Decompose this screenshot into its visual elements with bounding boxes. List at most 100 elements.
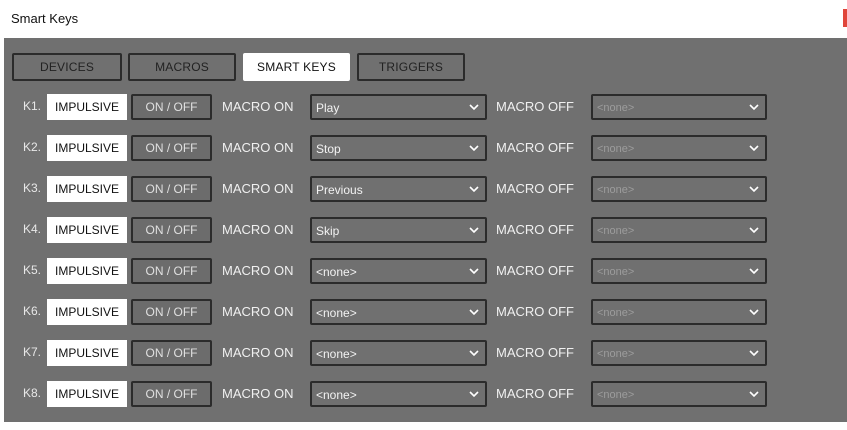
impulsive-button[interactable]: IMPULSIVE xyxy=(47,381,127,407)
key-label: K3. xyxy=(23,181,42,195)
on-off-button[interactable]: ON / OFF xyxy=(131,94,212,120)
chevron-down-icon xyxy=(749,350,759,357)
macro-on-label: MACRO ON xyxy=(222,99,294,114)
macro-off-value: <none> xyxy=(597,184,635,196)
key-label: K4. xyxy=(23,222,42,236)
macro-on-select[interactable]: Previous xyxy=(310,176,487,202)
macro-on-label: MACRO ON xyxy=(222,263,294,278)
chevron-down-icon xyxy=(469,350,479,357)
impulsive-button[interactable]: IMPULSIVE xyxy=(47,340,127,366)
macro-off-select[interactable]: <none> xyxy=(591,94,767,120)
on-off-button[interactable]: ON / OFF xyxy=(131,176,212,202)
key-label: K1. xyxy=(23,99,42,113)
macro-off-label: MACRO OFF xyxy=(496,99,574,114)
smart-key-row-8: K8. IMPULSIVE ON / OFF MACRO ON <none> M… xyxy=(4,381,847,407)
macro-on-value: <none> xyxy=(316,265,357,279)
macro-off-label: MACRO OFF xyxy=(496,386,574,401)
chevron-down-icon xyxy=(749,145,759,152)
macro-off-value: <none> xyxy=(597,143,635,155)
smart-keys-panel: DEVICES MACROS SMART KEYS TRIGGERS K1. I… xyxy=(4,38,847,422)
tab-devices[interactable]: DEVICES xyxy=(12,53,122,81)
macro-off-select[interactable]: <none> xyxy=(591,299,767,325)
macro-on-label: MACRO ON xyxy=(222,304,294,319)
smart-key-row-5: K5. IMPULSIVE ON / OFF MACRO ON <none> M… xyxy=(4,258,847,284)
macro-off-select[interactable]: <none> xyxy=(591,258,767,284)
title-bar: Smart Keys xyxy=(0,0,847,38)
impulsive-button[interactable]: IMPULSIVE xyxy=(47,299,127,325)
chevron-down-icon xyxy=(469,391,479,398)
smart-key-row-3: K3. IMPULSIVE ON / OFF MACRO ON Previous… xyxy=(4,176,847,202)
chevron-down-icon xyxy=(469,145,479,152)
macro-off-value: <none> xyxy=(597,389,635,401)
chevron-down-icon xyxy=(469,186,479,193)
macro-off-label: MACRO OFF xyxy=(496,140,574,155)
key-label: K8. xyxy=(23,386,42,400)
macro-on-label: MACRO ON xyxy=(222,345,294,360)
macro-on-value: Previous xyxy=(316,183,363,197)
macro-on-select[interactable]: <none> xyxy=(310,299,487,325)
impulsive-button[interactable]: IMPULSIVE xyxy=(47,135,127,161)
macro-on-value: Skip xyxy=(316,224,340,238)
chevron-down-icon xyxy=(749,104,759,111)
chevron-down-icon xyxy=(749,309,759,316)
macro-off-select[interactable]: <none> xyxy=(591,176,767,202)
on-off-button[interactable]: ON / OFF xyxy=(131,381,212,407)
chevron-down-icon xyxy=(469,268,479,275)
macro-on-value: <none> xyxy=(316,347,357,361)
macro-on-value: Stop xyxy=(316,142,341,156)
impulsive-button[interactable]: IMPULSIVE xyxy=(47,217,127,243)
smart-key-row-2: K2. IMPULSIVE ON / OFF MACRO ON Stop MAC… xyxy=(4,135,847,161)
macro-off-label: MACRO OFF xyxy=(496,263,574,278)
tab-triggers[interactable]: TRIGGERS xyxy=(357,53,465,81)
on-off-button[interactable]: ON / OFF xyxy=(131,299,212,325)
macro-on-select[interactable]: <none> xyxy=(310,381,487,407)
key-label: K6. xyxy=(23,304,42,318)
macro-on-value: <none> xyxy=(316,306,357,320)
macro-off-select[interactable]: <none> xyxy=(591,340,767,366)
macro-off-value: <none> xyxy=(597,102,635,114)
macro-off-value: <none> xyxy=(597,225,635,237)
macro-on-select[interactable]: Skip xyxy=(310,217,487,243)
macro-off-value: <none> xyxy=(597,266,635,278)
macro-on-value: <none> xyxy=(316,388,357,402)
macro-on-select[interactable]: <none> xyxy=(310,258,487,284)
macro-off-select[interactable]: <none> xyxy=(591,381,767,407)
chevron-down-icon xyxy=(749,227,759,234)
chevron-down-icon xyxy=(749,391,759,398)
macro-on-select[interactable]: Play xyxy=(310,94,487,120)
on-off-button[interactable]: ON / OFF xyxy=(131,340,212,366)
smart-key-row-6: K6. IMPULSIVE ON / OFF MACRO ON <none> M… xyxy=(4,299,847,325)
chevron-down-icon xyxy=(469,227,479,234)
chevron-down-icon xyxy=(469,309,479,316)
macro-on-select[interactable]: <none> xyxy=(310,340,487,366)
chevron-down-icon xyxy=(469,104,479,111)
impulsive-button[interactable]: IMPULSIVE xyxy=(47,94,127,120)
macro-off-label: MACRO OFF xyxy=(496,304,574,319)
macro-on-label: MACRO ON xyxy=(222,140,294,155)
macro-off-select[interactable]: <none> xyxy=(591,217,767,243)
macro-on-label: MACRO ON xyxy=(222,386,294,401)
macro-off-value: <none> xyxy=(597,348,635,360)
close-icon[interactable] xyxy=(843,9,847,27)
macro-on-select[interactable]: Stop xyxy=(310,135,487,161)
macro-off-label: MACRO OFF xyxy=(496,181,574,196)
key-label: K5. xyxy=(23,263,42,277)
chevron-down-icon xyxy=(749,186,759,193)
tab-smart-keys[interactable]: SMART KEYS xyxy=(243,53,350,81)
on-off-button[interactable]: ON / OFF xyxy=(131,217,212,243)
on-off-button[interactable]: ON / OFF xyxy=(131,135,212,161)
smart-key-row-7: K7. IMPULSIVE ON / OFF MACRO ON <none> M… xyxy=(4,340,847,366)
impulsive-button[interactable]: IMPULSIVE xyxy=(47,258,127,284)
macro-off-select[interactable]: <none> xyxy=(591,135,767,161)
macro-on-label: MACRO ON xyxy=(222,222,294,237)
smart-key-row-4: K4. IMPULSIVE ON / OFF MACRO ON Skip MAC… xyxy=(4,217,847,243)
macro-on-label: MACRO ON xyxy=(222,181,294,196)
impulsive-button[interactable]: IMPULSIVE xyxy=(47,176,127,202)
on-off-button[interactable]: ON / OFF xyxy=(131,258,212,284)
macro-on-value: Play xyxy=(316,101,340,115)
macro-off-value: <none> xyxy=(597,307,635,319)
tab-macros[interactable]: MACROS xyxy=(128,53,236,81)
smart-key-row-1: K1. IMPULSIVE ON / OFF MACRO ON Play MAC… xyxy=(4,94,847,120)
key-label: K7. xyxy=(23,345,42,359)
window-title: Smart Keys xyxy=(11,11,79,26)
